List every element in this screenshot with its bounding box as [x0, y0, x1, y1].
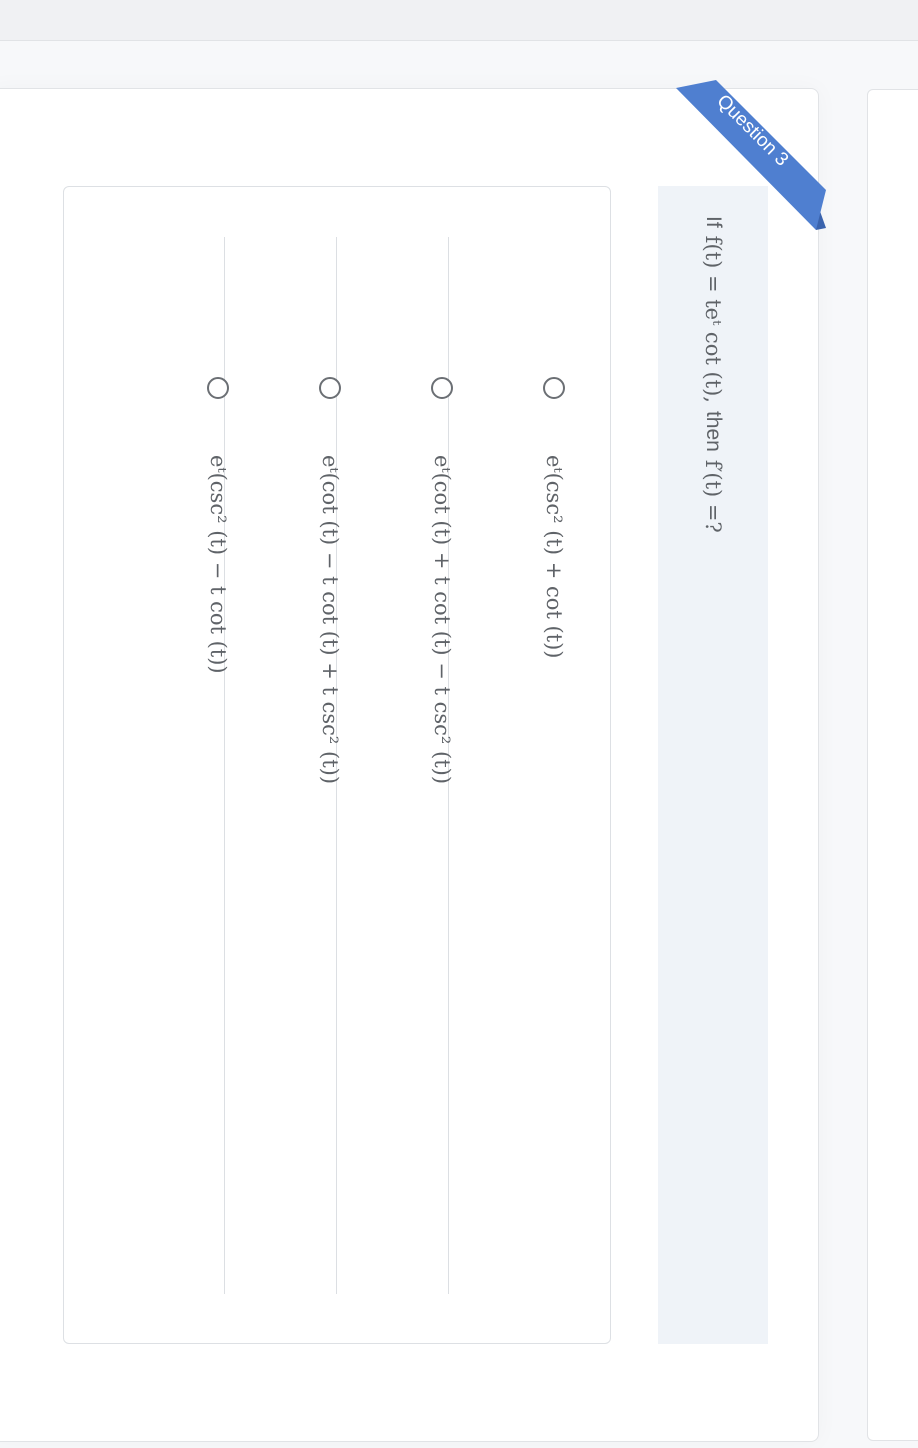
- question-ribbon: Question 3: [676, 80, 826, 230]
- answer-option-1[interactable]: eᵗ(csc² (t) + cot (t)): [498, 187, 610, 1343]
- question-connector: then: [702, 410, 725, 452]
- question-ask: f′(t) =?: [701, 459, 725, 533]
- question-prompt: If f(t) = teᵗ cot (t), then f′(t) =?: [658, 186, 768, 1344]
- answer-option-4[interactable]: eᵗ(csc² (t) − t cot (t)): [162, 187, 274, 1343]
- radio-button[interactable]: [431, 377, 453, 399]
- answer-option-label: eᵗ(csc² (t) − t cot (t)): [206, 455, 230, 674]
- answer-option-label: eᵗ(csc² (t) + cot (t)): [542, 455, 566, 659]
- radio-button[interactable]: [543, 377, 565, 399]
- answer-option-label: eᵗ(cot (t) + t cot (t) − t csc² (t)): [430, 455, 454, 785]
- next-question-card: [867, 89, 918, 1441]
- radio-button[interactable]: [319, 377, 341, 399]
- function-definition: f(t) = teᵗ cot (t),: [701, 235, 725, 403]
- answer-options-panel: eᵗ(csc² (t) + cot (t)) eᵗ(cot (t) + t co…: [63, 186, 611, 1344]
- answer-option-2[interactable]: eᵗ(cot (t) + t cot (t) − t csc² (t)): [386, 187, 498, 1343]
- top-bar: [0, 0, 918, 41]
- question-prompt-panel: If f(t) = teᵗ cot (t), then f′(t) =?: [658, 186, 768, 1344]
- radio-button[interactable]: [207, 377, 229, 399]
- answer-option-3[interactable]: eᵗ(cot (t) − t cot (t) + t csc² (t)): [274, 187, 386, 1343]
- answer-option-label: eᵗ(cot (t) − t cot (t) + t csc² (t)): [318, 455, 342, 785]
